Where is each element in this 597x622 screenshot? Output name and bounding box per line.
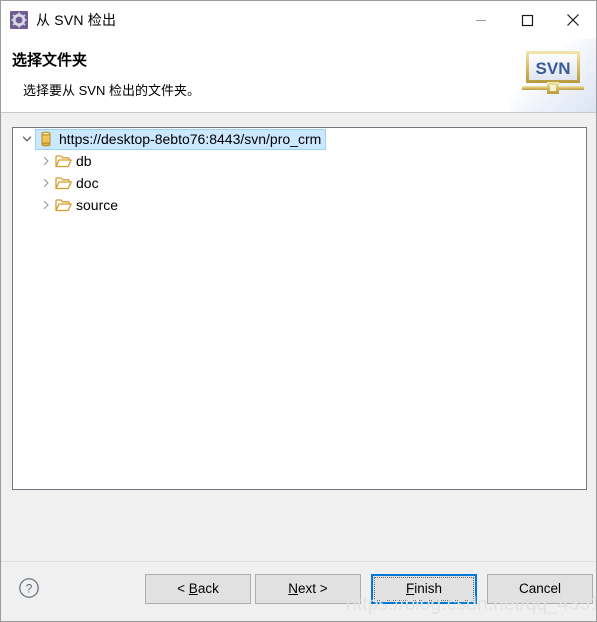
tree-node-label: source — [76, 197, 119, 213]
tree-node-label: db — [76, 153, 92, 169]
checkout-from-svn-dialog: 从 SVN 检出 选择文件夹 选择要从 SVN 检出的文件夹。 SVN http… — [0, 0, 597, 622]
close-icon[interactable] — [550, 1, 596, 39]
back-button-wrap: < Back — [145, 574, 251, 604]
page-subtitle: 选择要从 SVN 检出的文件夹。 — [23, 83, 200, 98]
finish-button[interactable]: Finish — [371, 574, 477, 604]
chevron-right-icon[interactable] — [38, 194, 54, 216]
cancel-button-label: Cancel — [518, 581, 562, 597]
footer-separator — [1, 561, 596, 562]
tree-node-root-label: https://desktop-8ebto76:8443/svn/pro_crm — [59, 131, 322, 147]
folder-open-icon — [54, 196, 72, 214]
wizard-buttons: < Back Next > Finish Cancel — [145, 574, 593, 604]
tree-node-label: doc — [76, 175, 99, 191]
window-title: 从 SVN 检出 — [36, 12, 117, 28]
finish-button-wrap: Finish — [371, 574, 477, 604]
svn-banner: SVN — [510, 39, 596, 112]
folder-open-icon — [54, 152, 72, 170]
svn-logo-icon: SVN — [522, 49, 584, 104]
page-title: 选择文件夹 — [12, 52, 88, 69]
window-controls — [458, 1, 596, 39]
next-button-wrap: Next > — [255, 574, 361, 604]
tree-node-db[interactable]: db — [13, 150, 586, 172]
maximize-icon[interactable] — [504, 1, 550, 39]
svg-text:?: ? — [26, 582, 33, 596]
folder-tree[interactable]: https://desktop-8ebto76:8443/svn/pro_crm… — [12, 127, 587, 490]
svn-gear-icon — [10, 11, 28, 29]
back-button[interactable]: < Back — [145, 574, 251, 604]
tree-node-source[interactable]: source — [13, 194, 586, 216]
minimize-icon[interactable] — [458, 1, 504, 39]
folder-open-icon — [54, 174, 72, 192]
next-button[interactable]: Next > — [255, 574, 361, 604]
help-icon[interactable]: ? — [18, 577, 40, 599]
back-button-label: < Back — [177, 581, 219, 597]
title-bar: 从 SVN 检出 — [1, 1, 596, 39]
finish-button-label: Finish — [405, 581, 442, 597]
chevron-right-icon[interactable] — [38, 172, 54, 194]
chevron-down-icon[interactable] — [19, 128, 35, 150]
repository-cylinder-icon — [37, 130, 55, 148]
tree-node-doc[interactable]: doc — [13, 172, 586, 194]
chevron-right-icon[interactable] — [38, 150, 54, 172]
tree-node-root[interactable]: https://desktop-8ebto76:8443/svn/pro_crm — [13, 128, 586, 150]
wizard-header: 选择文件夹 选择要从 SVN 检出的文件夹。 SVN — [1, 39, 596, 113]
cancel-button-wrap: Cancel — [487, 574, 593, 604]
svg-text:SVN: SVN — [536, 59, 571, 78]
cancel-button[interactable]: Cancel — [487, 574, 593, 604]
next-button-label: Next > — [288, 581, 328, 597]
